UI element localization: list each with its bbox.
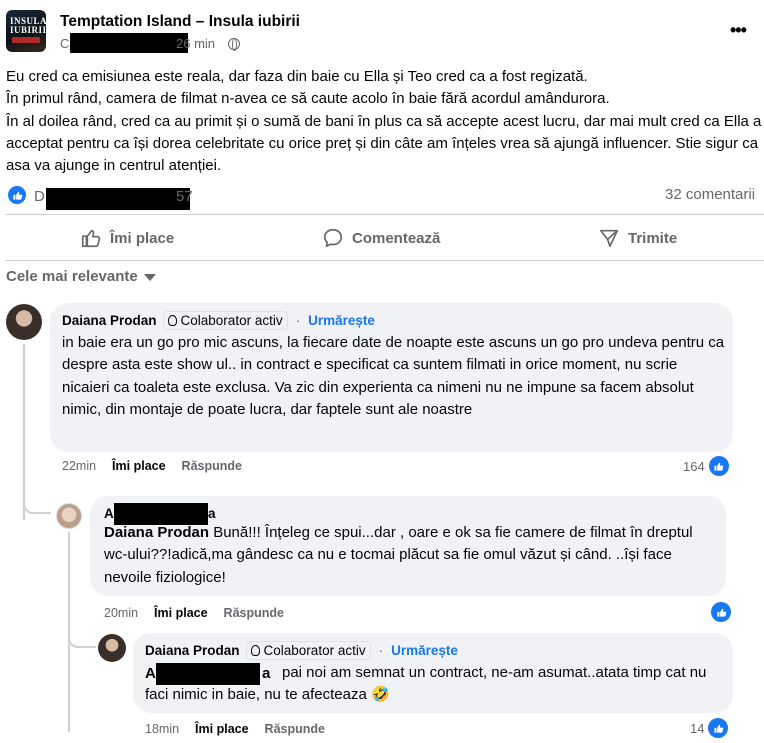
speech-bubble-icon (323, 228, 343, 248)
group-logo-bar (12, 37, 40, 43)
sort-label: Cele mai relevante (6, 268, 138, 285)
group-avatar[interactable]: INSULA IUBIRII (6, 10, 46, 52)
comment-header: Daiana Prodan Colaborator activ · Urmăre… (62, 311, 375, 330)
separator-dot: · (295, 313, 301, 328)
send-icon (599, 229, 619, 248)
comment-sort-dropdown[interactable]: Cele mai relevante (6, 268, 156, 285)
reactions-summary-prefix[interactable]: D (34, 188, 45, 205)
avatar[interactable] (56, 503, 82, 529)
comment-actions: 20min Îmi place Răspunde (104, 606, 284, 620)
comment-reply-button[interactable]: Răspunde (224, 606, 284, 620)
mention-prefix[interactable]: A (145, 665, 156, 682)
avatar[interactable] (6, 304, 42, 340)
more-options-icon[interactable]: ••• (730, 20, 747, 41)
group-logo-text: INSULA IUBIRII (10, 16, 46, 35)
comment-text: in baie era un go pro mic ascuns, la fie… (62, 334, 725, 418)
collaborator-badge: Colaborator activ (162, 311, 288, 330)
comment-actions: 18min Îmi place Răspunde (145, 722, 325, 736)
redaction-reactions (46, 188, 190, 210)
share-button[interactable]: Trimite (598, 225, 677, 251)
comment-like-button[interactable]: Îmi place (112, 459, 166, 473)
divider (6, 214, 764, 215)
thread-connector (23, 470, 51, 514)
comment-author[interactable]: Daiana Prodan (62, 313, 157, 328)
globe-icon (228, 38, 240, 51)
comment-time[interactable]: 18min (145, 722, 179, 736)
comment-label: Comentează (352, 229, 441, 247)
comment-button[interactable]: Comentează (322, 225, 440, 251)
separator-dot: · (378, 643, 384, 658)
follow-link[interactable]: Urmărește (308, 313, 375, 328)
award-icon (250, 645, 260, 656)
post-body: Eu cred ca emisiunea este reala, dar faz… (6, 68, 762, 175)
comment-reaction-count[interactable]: 14 (690, 718, 729, 738)
comment-like-button[interactable]: Îmi place (195, 722, 249, 736)
comments-count[interactable]: 32 comentarii (665, 186, 755, 203)
collaborator-badge: Colaborator activ (245, 641, 371, 660)
comment-reaction-count[interactable]: 164 (683, 456, 729, 476)
divider (6, 260, 764, 261)
badge-label: Colaborator activ (180, 313, 283, 328)
group-name[interactable]: Temptation Island – Insula iubirii (60, 13, 300, 31)
avatar[interactable] (98, 634, 126, 662)
share-label: Trimite (628, 229, 678, 247)
award-icon (167, 315, 177, 326)
comment-reply-button[interactable]: Răspunde (265, 722, 325, 736)
comment-author-suffix[interactable]: a (208, 506, 216, 521)
badge-label: Colaborator activ (263, 643, 366, 658)
like-button[interactable]: Îmi place (80, 225, 174, 251)
reaction-count: 164 (683, 458, 705, 474)
chevron-down-icon (143, 274, 156, 281)
follow-link[interactable]: Urmărește (391, 643, 458, 658)
thread-connector (68, 616, 96, 648)
comment-time[interactable]: 22min (62, 459, 96, 473)
comment-author[interactable]: Daiana Prodan (145, 643, 240, 658)
comment-reply-button[interactable]: Răspunde (182, 459, 242, 473)
like-reaction-icon (708, 718, 729, 738)
thumbs-up-icon (81, 229, 101, 248)
comment-time[interactable]: 20min (104, 606, 138, 620)
comment-header: Daiana Prodan Colaborator activ · Urmăre… (145, 641, 458, 660)
mention-suffix[interactable]: a (262, 665, 270, 682)
like-reaction-icon[interactable] (711, 602, 731, 622)
comment-actions: 22min Îmi place Răspunde (62, 459, 242, 473)
post-time[interactable]: 26 min (176, 36, 215, 51)
like-label: Îmi place (110, 229, 175, 247)
redaction-author (70, 33, 188, 53)
mention-link[interactable]: Daiana Prodan (104, 524, 209, 541)
reaction-count: 14 (690, 720, 705, 736)
like-reaction-icon[interactable] (8, 186, 26, 204)
comment-like-button[interactable]: Îmi place (154, 606, 208, 620)
reactions-summary-suffix[interactable]: 57 (176, 188, 193, 205)
comment-text: Daiana Prodan Bună!!! Înțeleg ce spui...… (104, 522, 716, 589)
comment-author-prefix[interactable]: A (104, 506, 114, 521)
like-reaction-icon (708, 456, 729, 476)
laughing-emoji: 🤣 (370, 686, 390, 704)
redaction-mention (156, 663, 260, 685)
